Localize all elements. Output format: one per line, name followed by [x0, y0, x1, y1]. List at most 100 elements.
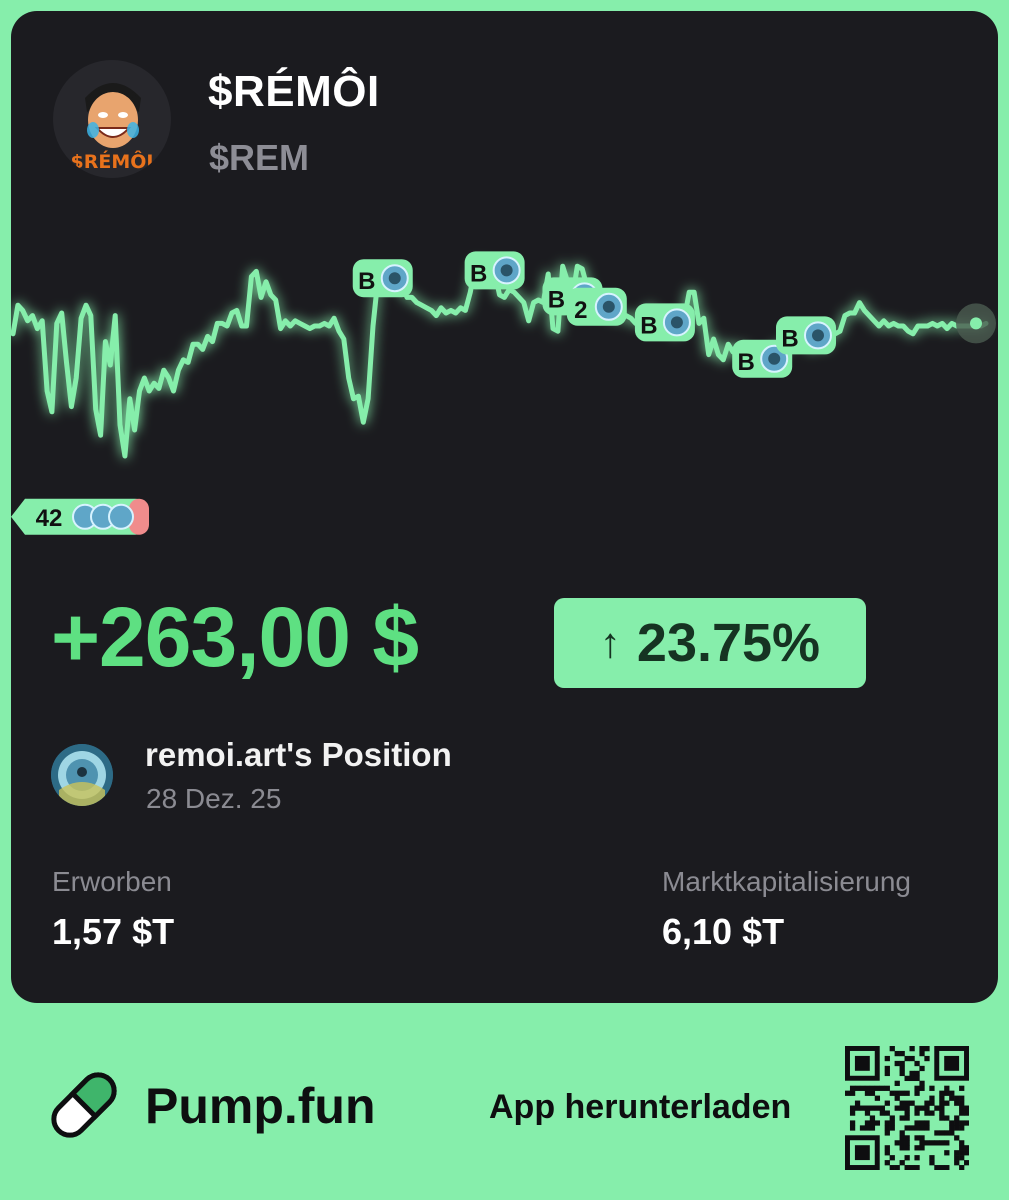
qr-module: [914, 1090, 920, 1096]
qr-module: [884, 1125, 890, 1131]
holder-avatar-icon: [108, 503, 134, 530]
qr-module: [869, 1120, 876, 1126]
qr-module: [914, 1110, 920, 1116]
qr-module: [899, 1145, 905, 1151]
qr-module: [919, 1050, 925, 1057]
qr-module: [954, 1160, 960, 1166]
qr-module: [904, 1165, 910, 1170]
qr-module: [924, 1140, 930, 1146]
change-badge: ↑ 23.75%: [554, 598, 866, 688]
qr-module: [919, 1080, 925, 1086]
qr-module: [899, 1130, 905, 1136]
qr-module: [884, 1085, 890, 1091]
qr-module: [854, 1145, 870, 1161]
qr-module: [889, 1155, 895, 1161]
qr-module: [944, 1130, 950, 1136]
qr-module: [894, 1080, 900, 1086]
qr-code[interactable]: [845, 1046, 969, 1170]
pnl-value: +263,00 $: [51, 590, 419, 684]
qr-module: [964, 1145, 969, 1151]
qr-module: [884, 1110, 890, 1116]
qr-module: [914, 1125, 920, 1131]
trader-avatar-icon: [492, 256, 521, 285]
qr-module: [914, 1165, 920, 1170]
trade-marker-label: B: [781, 325, 798, 352]
qr-module: [899, 1105, 905, 1111]
trade-marker[interactable]: B: [352, 259, 413, 298]
trade-marker-label: 2: [574, 297, 587, 324]
qr-module: [899, 1065, 905, 1072]
qr-module: [954, 1150, 960, 1156]
qr-module: [869, 1125, 876, 1131]
qr-module: [894, 1050, 900, 1057]
qr-module: [914, 1135, 920, 1141]
qr-module: [894, 1165, 900, 1170]
qr-module: [869, 1105, 876, 1111]
qr-module: [869, 1115, 876, 1121]
qr-module: [919, 1140, 925, 1146]
brand-name: Pump.fun: [145, 1078, 376, 1134]
download-app-link[interactable]: App herunterladen: [489, 1088, 791, 1127]
price-chart: B BB 2BBB42: [11, 251, 996, 535]
qr-module: [959, 1165, 965, 1170]
qr-module: [879, 1110, 885, 1116]
trader-avatar-icon: [803, 321, 832, 350]
qr-module: [924, 1105, 930, 1111]
qr-module: [959, 1150, 965, 1156]
qr-module: [954, 1095, 960, 1101]
qr-module: [899, 1135, 905, 1141]
trade-marker-label: B: [358, 268, 375, 295]
qr-module: [949, 1095, 955, 1101]
acquired-label: Erworben: [52, 866, 172, 897]
qr-module: [899, 1090, 905, 1096]
trade-marker[interactable]: B: [634, 303, 695, 342]
qr-module: [849, 1085, 856, 1091]
qr-module: [939, 1090, 945, 1096]
trade-marker[interactable]: B: [464, 251, 525, 290]
qr-module: [909, 1165, 915, 1170]
qr-module: [944, 1085, 950, 1091]
trade-marker[interactable]: B: [775, 316, 836, 355]
holders-badge[interactable]: 42: [11, 498, 149, 535]
qr-module: [904, 1055, 910, 1062]
qr-module: [909, 1046, 915, 1052]
qr-module: [904, 1110, 910, 1116]
qr-module: [919, 1085, 925, 1091]
price-line: [11, 261, 989, 459]
qr-module: [919, 1065, 925, 1072]
qr-module: [959, 1100, 965, 1106]
token-ticker: $REM: [209, 137, 310, 178]
qr-module: [949, 1090, 955, 1096]
qr-module: [904, 1125, 910, 1131]
qr-module: [859, 1125, 866, 1131]
qr-module: [904, 1100, 910, 1106]
qr-module: [849, 1110, 856, 1116]
qr-module: [964, 1105, 969, 1111]
qr-module: [944, 1100, 950, 1106]
qr-module: [924, 1125, 930, 1131]
qr-module: [894, 1060, 900, 1067]
qr-module: [874, 1095, 881, 1101]
qr-module: [919, 1125, 925, 1131]
qr-module: [959, 1110, 965, 1116]
trade-marker[interactable]: 2: [566, 287, 627, 326]
acquired-value: 1,57 $T: [52, 911, 175, 952]
qr-module: [854, 1055, 870, 1071]
trader-avatar-icon: [662, 308, 691, 337]
qr-module: [849, 1105, 856, 1111]
qr-module: [879, 1105, 885, 1111]
qr-module: [954, 1135, 960, 1141]
qr-module: [884, 1055, 890, 1062]
qr-module: [899, 1050, 905, 1057]
qr-module: [929, 1085, 935, 1091]
token-avatar: $RÉMÔI: [53, 60, 171, 178]
qr-module: [944, 1090, 950, 1096]
qr-module: [909, 1055, 915, 1062]
qr-module: [924, 1110, 930, 1116]
qr-module: [874, 1085, 881, 1091]
qr-module: [959, 1105, 965, 1111]
qr-module: [944, 1140, 950, 1146]
qr-module: [914, 1060, 920, 1067]
qr-module: [934, 1140, 940, 1146]
qr-module: [929, 1155, 935, 1161]
